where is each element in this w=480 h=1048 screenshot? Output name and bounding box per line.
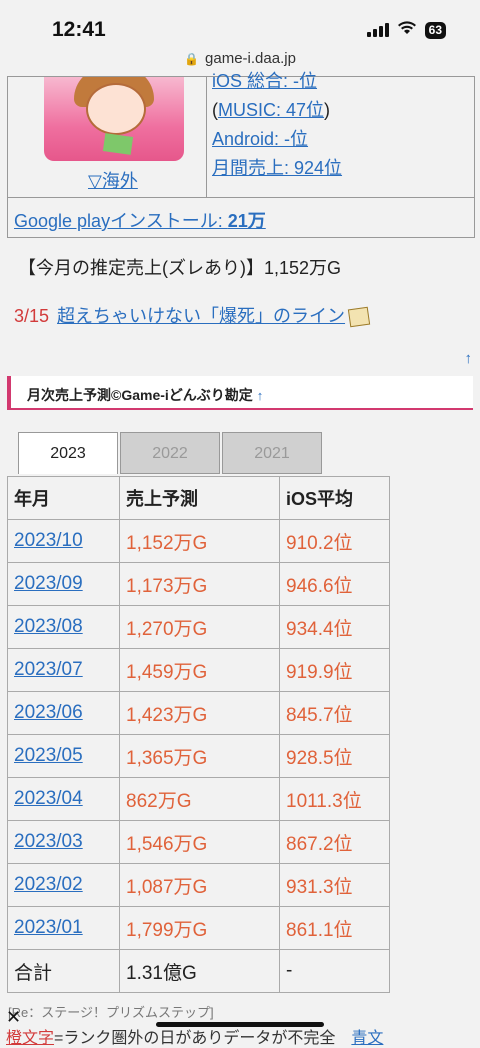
- table-total-row: 合計 1.31億G -: [7, 949, 390, 993]
- table-row: 2023/06 1,423万G 845.7位: [7, 691, 390, 735]
- wifi-icon: [397, 20, 417, 40]
- lock-icon: 🔒: [184, 52, 200, 66]
- tab-2022[interactable]: 2022: [120, 432, 220, 474]
- battery-icon: 63: [424, 21, 446, 39]
- overseas-link[interactable]: ▽海外: [88, 167, 138, 193]
- home-indicator[interactable]: [156, 1022, 324, 1027]
- music-rank-link[interactable]: MUSIC: 47位: [218, 100, 324, 120]
- month-link[interactable]: 2023/08: [14, 616, 83, 637]
- total-ios-avg: -: [279, 949, 390, 993]
- month-link[interactable]: 2023/02: [14, 874, 83, 895]
- app-thumbnail[interactable]: [44, 77, 184, 161]
- ios-avg-cell: 845.7位: [279, 691, 390, 735]
- app-info-box: ▽海外 iOS 総合: -位 (MUSIC: 47位) Android: -位 …: [7, 71, 475, 238]
- sales-cell: 1,087万G: [119, 863, 280, 907]
- monthly-sales-table: 年月 売上予測 iOS平均 2023/10 1,152万G 910.2位 2023/…: [7, 476, 390, 993]
- footer-note: 橙文字=ランク圏外の日がありデータが不完全 青文: [6, 1024, 383, 1048]
- back-to-top-link[interactable]: ↑: [465, 350, 473, 367]
- ios-avg-cell: 867.2位: [279, 820, 390, 864]
- sales-cell: 1,173万G: [119, 562, 280, 606]
- deadline-line: 3/15 超えちゃいけない「爆死」のライン: [14, 302, 371, 328]
- month-link[interactable]: 2023/09: [14, 573, 83, 594]
- deadline-link[interactable]: 超えちゃいけない「爆死」のライン: [57, 306, 345, 326]
- status-bar: 12:41 63: [0, 0, 480, 50]
- month-link[interactable]: 2023/07: [14, 659, 83, 680]
- month-link[interactable]: 2023/06: [14, 702, 83, 723]
- memo-icon: [347, 306, 371, 328]
- ios-avg-cell: 910.2位: [279, 519, 390, 563]
- ios-avg-cell: 946.6位: [279, 562, 390, 606]
- table-row: 2023/02 1,087万G 931.3位: [7, 863, 390, 907]
- header-sales-forecast: 売上予測: [119, 476, 280, 520]
- month-link[interactable]: 2023/05: [14, 745, 83, 766]
- section-heading: 月次売上予測©Game-iどんぶり勘定 ↑: [7, 376, 473, 410]
- tab-2023[interactable]: 2023: [18, 432, 118, 474]
- tab-2021[interactable]: 2021: [222, 432, 322, 474]
- month-link[interactable]: 2023/01: [14, 917, 83, 938]
- ios-avg-cell: 1011.3位: [279, 777, 390, 821]
- header-year-month: 年月: [7, 476, 120, 520]
- sales-cell: 1,546万G: [119, 820, 280, 864]
- ios-avg-cell: 919.9位: [279, 648, 390, 692]
- ios-avg-cell: 934.4位: [279, 605, 390, 649]
- table-row: 2023/04 862万G 1011.3位: [7, 777, 390, 821]
- android-rank-link[interactable]: Android: -位: [212, 129, 308, 149]
- sales-cell: 862万G: [119, 777, 280, 821]
- month-link[interactable]: 2023/03: [14, 831, 83, 852]
- sales-cell: 1,270万G: [119, 605, 280, 649]
- rank-list: iOS 総合: -位 (MUSIC: 47位) Android: -位 月間売上…: [212, 71, 342, 183]
- table-row: 2023/01 1,799万G 861.1位: [7, 906, 390, 950]
- ios-overall-rank-link[interactable]: iOS 総合: -位: [212, 71, 317, 91]
- section-title: 月次売上予測©Game-iどんぶり勘定: [27, 387, 253, 403]
- sales-cell: 1,459万G: [119, 648, 280, 692]
- url-text: game-i.daa.jp: [205, 50, 296, 67]
- table-row: 2023/03 1,546万G 867.2位: [7, 820, 390, 864]
- ios-avg-cell: 931.3位: [279, 863, 390, 907]
- status-icons: 63: [366, 20, 446, 40]
- ios-avg-cell: 928.5位: [279, 734, 390, 778]
- google-play-value: 21万: [227, 211, 266, 231]
- cellular-signal-icon: [366, 23, 389, 37]
- footer-title: [Re：ステージ！プリズムステップ]: [8, 1005, 214, 1020]
- month-link[interactable]: 2023/10: [14, 530, 83, 551]
- status-time: 12:41: [52, 18, 106, 41]
- deadline-date: 3/15: [14, 306, 50, 326]
- google-play-label: Google playインストール:: [14, 211, 228, 231]
- header-ios-average: iOS平均: [279, 476, 390, 520]
- section-top-anchor[interactable]: ↑: [257, 388, 264, 403]
- month-link[interactable]: 2023/04: [14, 788, 83, 809]
- total-sales: 1.31億G: [119, 949, 280, 993]
- sales-cell: 1,365万G: [119, 734, 280, 778]
- table-row: 2023/05 1,365万G 928.5位: [7, 734, 390, 778]
- sales-cell: 1,423万G: [119, 691, 280, 735]
- table-row: 2023/08 1,270万G 934.4位: [7, 605, 390, 649]
- ios-avg-cell: 861.1位: [279, 906, 390, 950]
- sales-cell: 1,799万G: [119, 906, 280, 950]
- estimated-sales-text: 【今月の推定売上(ズレあり)】1,152万G: [18, 258, 342, 278]
- google-play-installs-link[interactable]: Google playインストール: 21万: [14, 207, 266, 233]
- monthly-sales-rank-link[interactable]: 月間売上: 924位: [212, 158, 342, 178]
- table-header-row: 年月 売上予測 iOS平均: [7, 476, 390, 520]
- year-tabs: 2023 2022 2021: [18, 432, 324, 474]
- table-row: 2023/09 1,173万G 946.6位: [7, 562, 390, 606]
- table-row: 2023/07 1,459万G 919.9位: [7, 648, 390, 692]
- table-row: 2023/10 1,152万G 910.2位: [7, 519, 390, 563]
- sales-cell: 1,152万G: [119, 519, 280, 563]
- paren-close: ): [324, 100, 331, 120]
- total-label: 合計: [7, 949, 120, 993]
